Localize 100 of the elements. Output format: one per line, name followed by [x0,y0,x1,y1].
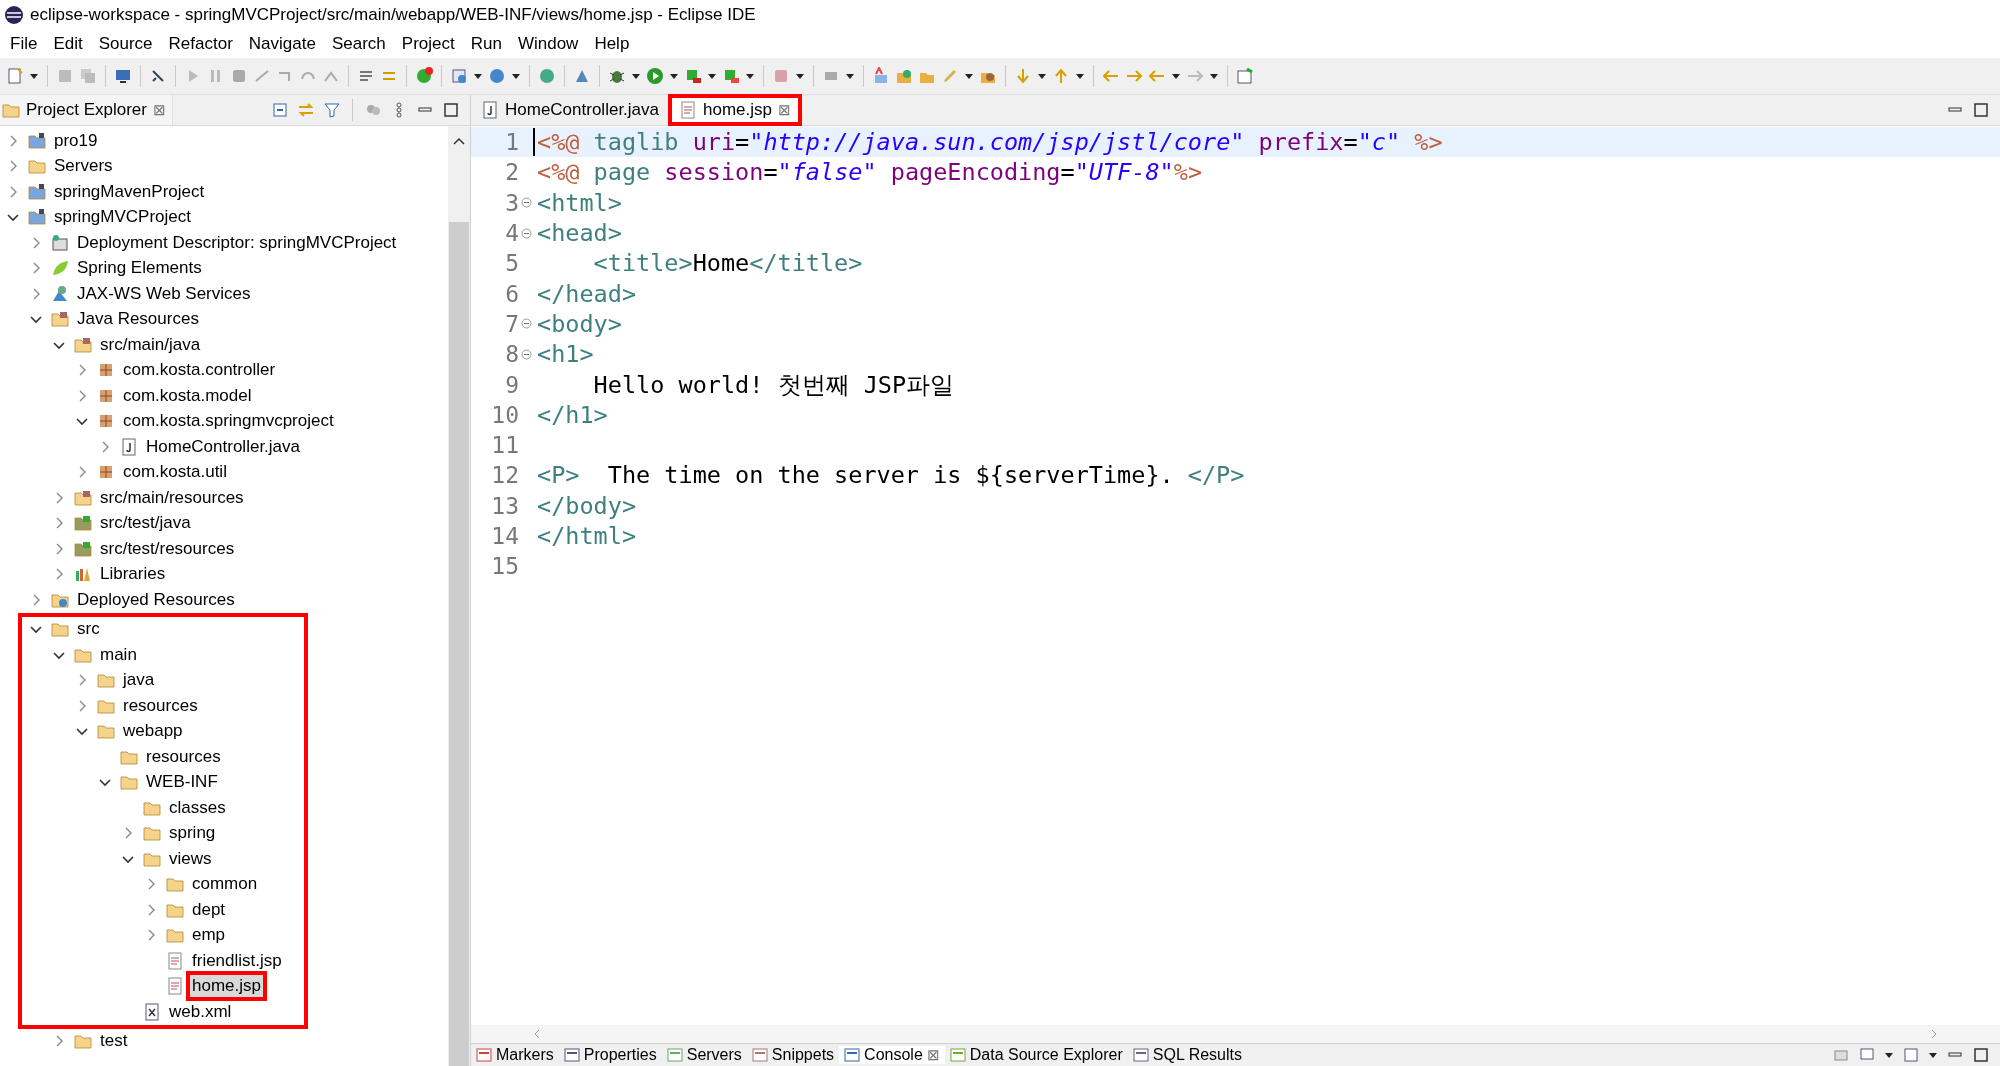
code-line: </html> [536,522,637,550]
view-tab[interactable]: Console ⊠ [839,1046,945,1064]
menu-item[interactable]: File [2,34,46,54]
close-button[interactable]: ⊠ [926,1046,940,1064]
tree-item[interactable]: com.kosta.model [121,384,254,407]
tree-item[interactable]: Servers [52,155,115,178]
line-number: 11 [490,432,519,459]
maximize-icon[interactable] [1972,101,1990,119]
folder-icon [97,722,115,741]
menu-item[interactable]: Navigate [240,34,324,54]
view-tab[interactable]: Servers [661,1046,747,1064]
tree-item[interactable]: com.kosta.controller [121,359,278,382]
view-icon [1132,1047,1149,1063]
pencil-icon[interactable] [941,67,959,85]
tree-item[interactable]: src [75,618,102,641]
monitor-icon[interactable] [114,67,132,85]
tree-item[interactable]: WEB-INF [144,771,220,794]
code-line: </head> [536,279,637,308]
tree-item[interactable]: src/test/java [98,512,193,535]
view-tab[interactable]: Snippets [746,1046,840,1064]
tree-item[interactable]: resources [121,694,200,717]
view-icon [844,1047,861,1063]
source-folder-icon [51,310,69,329]
view-tab[interactable]: Data Source Explorer [944,1046,1128,1064]
tree-item[interactable]: HomeController.java [144,435,302,458]
editor-tab[interactable]: home.jsp ⊠ [669,95,801,125]
filter-icon[interactable] [323,101,341,119]
new-file-icon[interactable] [6,67,24,85]
tree-item[interactable]: friendlist.jsp [190,949,284,972]
view-tab[interactable]: Markers [471,1046,559,1064]
tree-item[interactable]: emp [190,924,228,947]
fold-toggle-icon[interactable] [520,197,532,209]
fold-toggle-icon[interactable] [520,318,532,330]
link-icon[interactable] [297,101,315,119]
tree-item[interactable]: src/main/java [98,333,203,356]
tree-item[interactable]: common [190,873,260,896]
maximize-icon[interactable] [1972,1046,1990,1064]
source-folder-icon [74,488,92,507]
tree-item[interactable]: src/main/resources [98,486,246,509]
run-icon[interactable] [646,67,664,85]
tree-item[interactable]: Spring Elements [75,257,204,280]
tree-item[interactable]: classes [167,796,228,819]
tree-item[interactable]: main [98,643,139,666]
line-number: 12 [490,462,519,489]
view-icon [476,1047,492,1063]
perspective-icon[interactable] [1236,67,1254,85]
collapse-all-icon[interactable] [271,101,289,119]
line-number: 6 [504,280,519,307]
code-line: <%@ page session="false" pageEncoding="UTF-8"%> [536,158,1203,187]
tree-item[interactable]: resources [144,745,223,768]
jsp-file-icon [166,977,184,996]
tree-item[interactable]: springMVCProject [52,206,193,229]
folder-icon [74,1032,92,1051]
line-number: 7 [504,310,519,337]
folder-icon [143,824,161,843]
close-button[interactable]: ⊠ [152,101,166,119]
folder-icon [51,620,69,639]
next-annotation-icon[interactable] [1014,67,1032,85]
menu-item[interactable]: Search [323,34,394,54]
menu-item[interactable]: Run [462,34,510,54]
tree-item[interactable]: dept [190,898,228,921]
tree-item[interactable]: src/test/resources [98,537,237,560]
menu-item[interactable]: Refactor [160,34,241,54]
scrollbar[interactable] [448,126,470,1066]
folder-icon [166,926,184,945]
tree-item[interactable]: com.kosta.springmvcproject [121,410,336,433]
tree-item[interactable]: web.xml [167,1000,234,1023]
stop-icon[interactable] [230,67,248,85]
menu-item[interactable]: Edit [45,34,91,54]
menu-item[interactable]: Source [90,34,161,54]
tree-item[interactable]: Libraries [98,563,168,586]
view-tab[interactable]: Project Explorer ⊠ [0,95,173,125]
horizontal-scrollbar[interactable] [471,1025,2000,1043]
menu-item[interactable]: Project [393,34,463,54]
tree-item[interactable]: JAX-WS Web Services [75,282,253,305]
code-line: </body> [536,491,637,520]
tree-item[interactable]: Deployed Resources [75,588,237,611]
tree-item[interactable]: test [98,1030,130,1053]
close-button[interactable]: ⊠ [778,101,791,119]
tree-item[interactable]: Java Resources [75,308,201,331]
tree-item[interactable]: Deployment Descriptor: springMVCProject [75,231,399,254]
menu-item[interactable]: Help [586,34,638,54]
tree-item[interactable]: views [167,847,214,870]
menu-item[interactable]: Window [509,34,587,54]
view-tab[interactable]: SQL Results [1127,1046,1247,1064]
code-line: <h1> [536,340,594,369]
tree-item[interactable]: com.kosta.util [121,461,229,484]
maximize-icon[interactable] [442,101,460,119]
tree-item[interactable]: webapp [121,720,185,743]
view-tab[interactable]: Properties [558,1046,662,1064]
tree-item[interactable]: spring [167,822,218,845]
app-logo-icon [4,5,24,25]
tree-item[interactable]: pro19 [52,129,100,152]
fold-toggle-icon[interactable] [520,348,532,360]
previous-annotation-icon[interactable] [1052,67,1070,85]
editor-tab[interactable]: HomeController.java [471,95,669,125]
tree-item[interactable]: springMavenProject [52,180,207,203]
tree-item[interactable]: java [121,669,157,692]
fold-toggle-icon[interactable] [520,227,532,239]
line-number: 2 [504,159,519,186]
